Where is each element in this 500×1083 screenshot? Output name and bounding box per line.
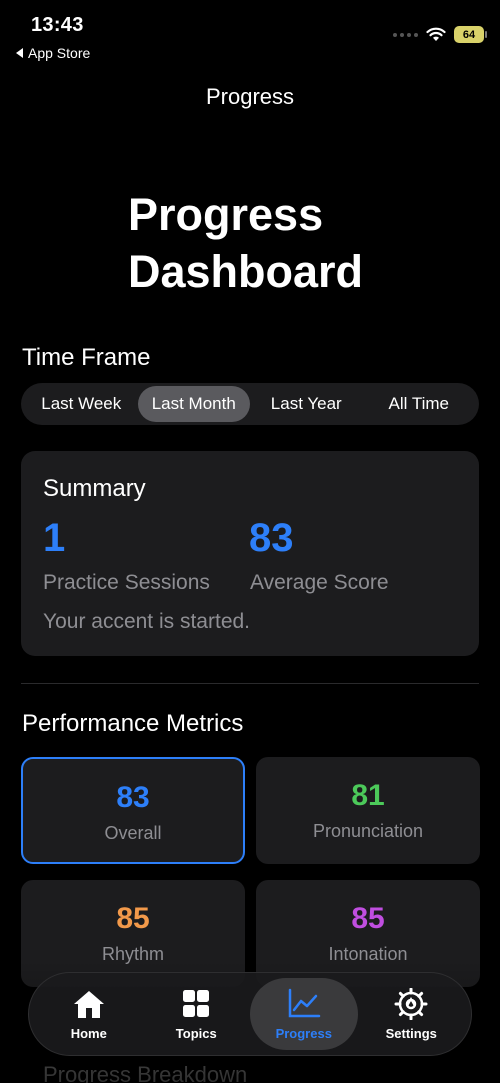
- house-icon: [73, 990, 104, 1018]
- tab-settings[interactable]: Settings: [358, 978, 466, 1050]
- back-app-label: App Store: [28, 45, 91, 61]
- back-arrow-icon: [16, 48, 23, 58]
- metric-label: Pronunciation: [312, 821, 424, 841]
- status-bar: 13:43 App Store 64: [0, 0, 500, 70]
- tab-progress[interactable]: Progress: [250, 978, 358, 1050]
- gear-icon: [394, 987, 428, 1020]
- back-to-app-store[interactable]: App Store: [16, 45, 90, 61]
- average-score-value: 83: [249, 516, 294, 560]
- performance-metrics-heading: Performance Metrics: [22, 710, 244, 737]
- segment-last-year[interactable]: Last Year: [250, 386, 363, 422]
- metric-card-intonation[interactable]: 85 Intonation: [256, 880, 480, 987]
- tab-home[interactable]: Home: [35, 978, 143, 1050]
- progress-breakdown-heading: Progress Breakdown: [43, 1062, 248, 1083]
- page-title-line2: Dashboard: [128, 246, 364, 297]
- time-frame-heading: Time Frame: [22, 344, 151, 371]
- practice-sessions-label: Practice Sessions: [43, 571, 210, 594]
- metric-card-overall[interactable]: 83 Overall: [21, 757, 245, 864]
- cellular-signal-icon: [393, 32, 418, 37]
- segment-last-month[interactable]: Last Month: [137, 386, 250, 422]
- metric-label: Intonation: [328, 944, 408, 964]
- metric-card-pronunciation[interactable]: 81 Pronunciation: [256, 757, 480, 864]
- tab-bar: Home Topics Progress Settings: [28, 972, 472, 1056]
- segment-last-week[interactable]: Last Week: [25, 386, 138, 422]
- metric-label: Rhythm: [101, 944, 164, 964]
- chart-icon: [288, 988, 320, 1017]
- tab-label: Settings: [385, 1025, 437, 1041]
- summary-title: Summary: [43, 475, 146, 502]
- metric-label: Overall: [104, 823, 162, 843]
- metric-value: 83: [116, 781, 150, 814]
- metric-card-rhythm[interactable]: 85 Rhythm: [21, 880, 245, 987]
- nav-title: Progress: [205, 84, 295, 109]
- metric-value: 81: [351, 779, 385, 812]
- tab-label: Topics: [175, 1025, 217, 1041]
- status-indicators: 64: [393, 26, 487, 43]
- tab-label: Home: [70, 1025, 107, 1041]
- segment-all-time[interactable]: All Time: [363, 386, 476, 422]
- average-score-label: Average Score: [250, 571, 389, 594]
- time-frame-selector[interactable]: Last Week Last Month Last Year All Time: [21, 383, 479, 425]
- grid-icon: [183, 989, 210, 1017]
- page-title: Progress Dashboard: [128, 186, 363, 300]
- section-divider: [21, 683, 479, 684]
- practice-sessions-value: 1: [43, 516, 66, 560]
- battery-icon: 64: [454, 26, 487, 43]
- wifi-icon: [426, 27, 446, 41]
- page-title-line1: Progress: [128, 189, 324, 240]
- tab-label: Progress: [275, 1025, 332, 1041]
- status-time: 13:43: [31, 14, 84, 36]
- tab-topics[interactable]: Topics: [143, 978, 251, 1050]
- summary-note: Your accent is started.: [43, 610, 251, 633]
- metric-value: 85: [116, 902, 150, 935]
- metric-value: 85: [351, 902, 385, 935]
